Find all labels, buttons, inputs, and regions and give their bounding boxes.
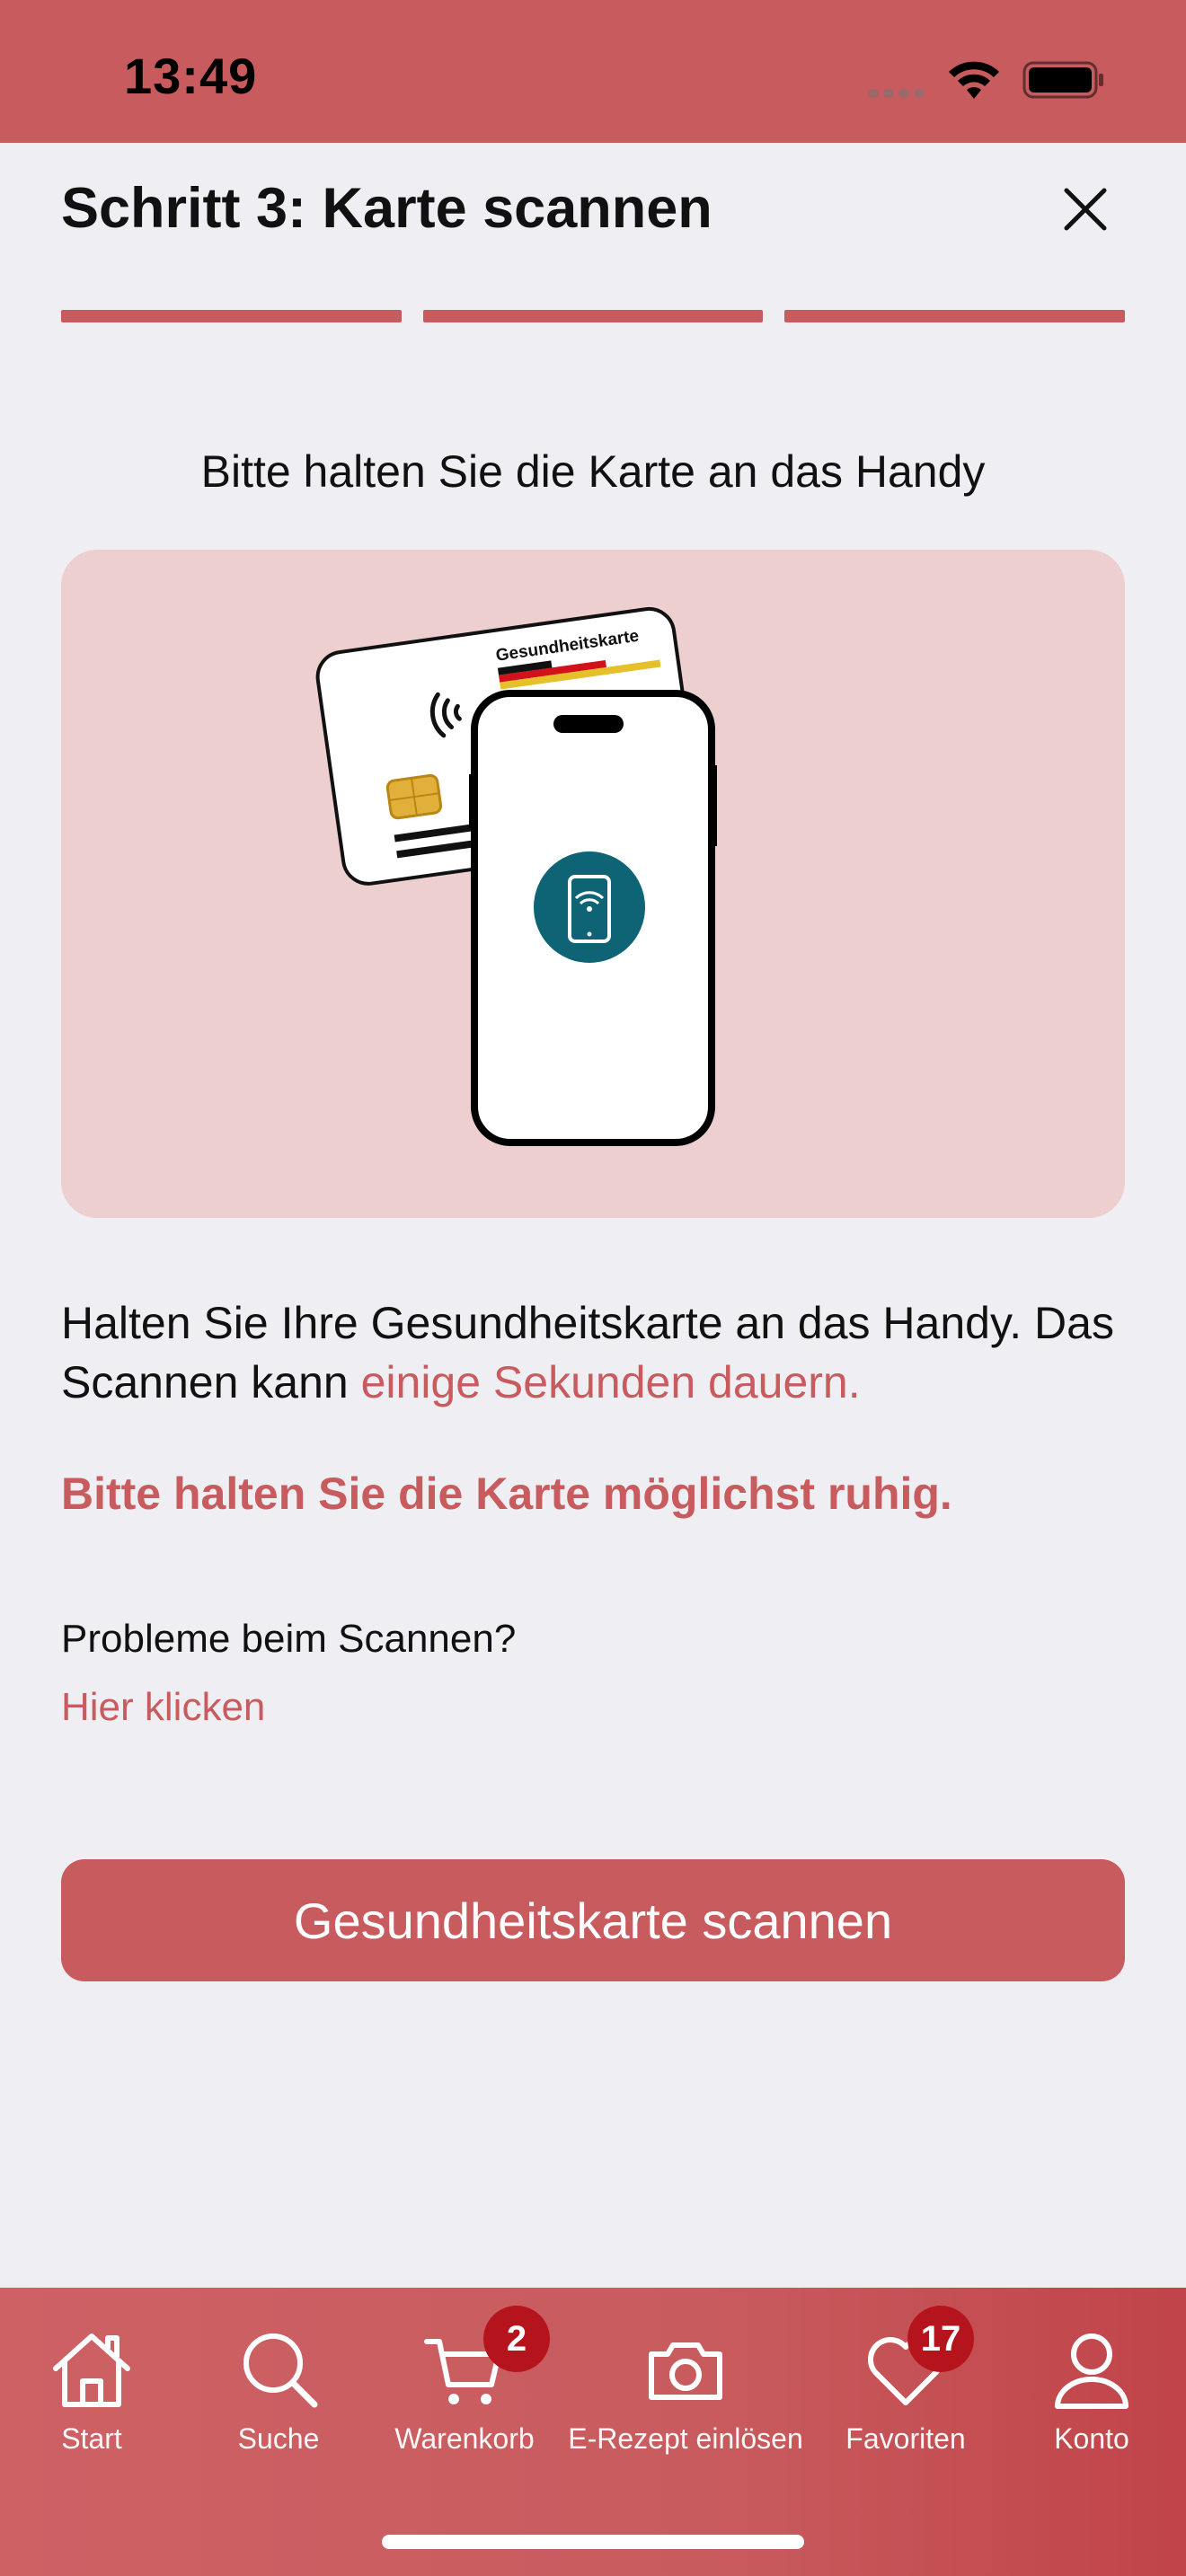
tab-label: Favoriten	[845, 2422, 966, 2455]
tab-suche[interactable]: Suche	[180, 2325, 377, 2456]
problem-text: Probleme beim Scannen?	[61, 1617, 517, 1661]
tab-label: E-Rezept einlösen	[568, 2422, 803, 2455]
status-time: 13:49	[124, 48, 258, 104]
camera-icon	[649, 2342, 722, 2400]
bottom-tab-bar: Start Suche Warenkorb 2 E-Rezept einlöse…	[0, 2288, 1186, 2576]
scan-card-button[interactable]: Gesundheitskarte scannen	[61, 1859, 1125, 1981]
cart-count-badge: 2	[483, 2306, 550, 2372]
status-bar: 13:49	[0, 0, 1186, 143]
tab-label: Warenkorb	[394, 2422, 535, 2455]
tab-label: Start	[61, 2422, 122, 2455]
battery-icon	[1022, 61, 1103, 99]
user-icon	[1055, 2333, 1128, 2409]
wifi-icon	[949, 61, 999, 99]
instruction-text: Bitte halten Sie die Karte an das Handy	[200, 446, 986, 497]
tab-label: Konto	[1054, 2422, 1129, 2455]
phone-icon	[469, 690, 717, 1146]
tab-start[interactable]: Start	[0, 2325, 190, 2456]
favorites-count-badge: 17	[907, 2306, 974, 2372]
tab-e-rezept[interactable]: E-Rezept einlösen	[548, 2325, 823, 2456]
page-title: Schritt 3: Karte scannen	[61, 177, 712, 240]
tab-favoriten[interactable]: Favoriten	[807, 2325, 1005, 2456]
hold-still-warning: Bitte halten Sie die Karte möglichst ruh…	[61, 1469, 952, 1519]
home-indicator[interactable]	[382, 2535, 804, 2549]
close-icon[interactable]	[1056, 180, 1115, 239]
scan-description: Halten Sie Ihre Gesundheitskarte an das …	[61, 1293, 1139, 1412]
step-progress-bar	[61, 310, 1126, 322]
help-link[interactable]: Hier klicken	[61, 1685, 265, 1730]
progress-step-1	[61, 310, 402, 322]
search-icon	[243, 2333, 318, 2408]
progress-step-3	[784, 310, 1126, 322]
tab-label: Suche	[237, 2422, 320, 2455]
nfc-scan-illustration: Gesundheitskarte	[61, 550, 1125, 1218]
home-icon	[53, 2333, 130, 2407]
cellular-signal-icon	[868, 86, 929, 102]
description-highlight: einige Sekunden dauern.	[360, 1357, 861, 1407]
tab-konto[interactable]: Konto	[993, 2325, 1186, 2456]
card-and-phone-illustration: Gesundheitskarte	[315, 606, 717, 1146]
progress-step-2	[422, 310, 764, 322]
